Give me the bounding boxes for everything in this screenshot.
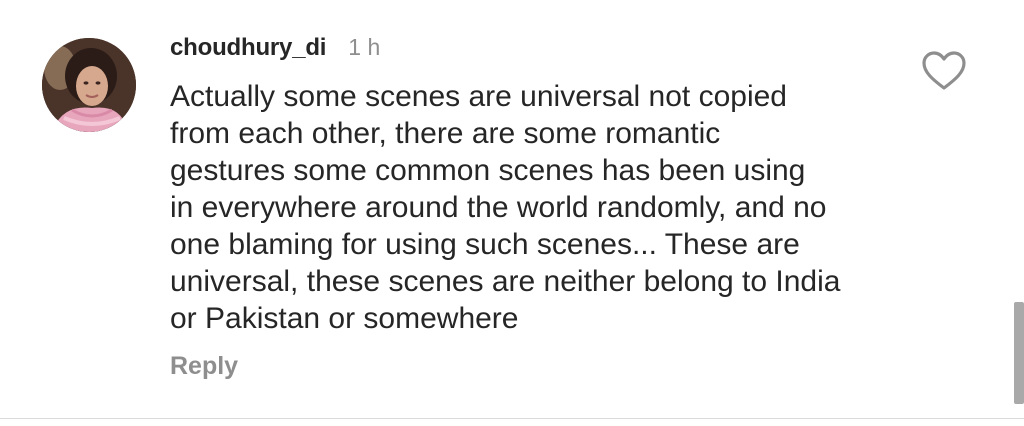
reply-button[interactable]: Reply [170,352,238,381]
divider [0,418,1024,419]
scrollbar-thumb[interactable] [1014,302,1024,404]
comment-meta: choudhury_di 1 h [170,34,380,68]
heart-outline-icon [922,51,966,90]
avatar[interactable] [42,38,136,132]
timestamp: 1 h [348,34,381,60]
like-button[interactable] [920,50,968,92]
comment-text: Actually some scenes are universal not c… [170,80,841,335]
username[interactable]: choudhury_di [170,34,326,62]
avatar-image [42,38,136,132]
comment-item: choudhury_di 1 h Actually some scenes ar… [0,0,1024,426]
